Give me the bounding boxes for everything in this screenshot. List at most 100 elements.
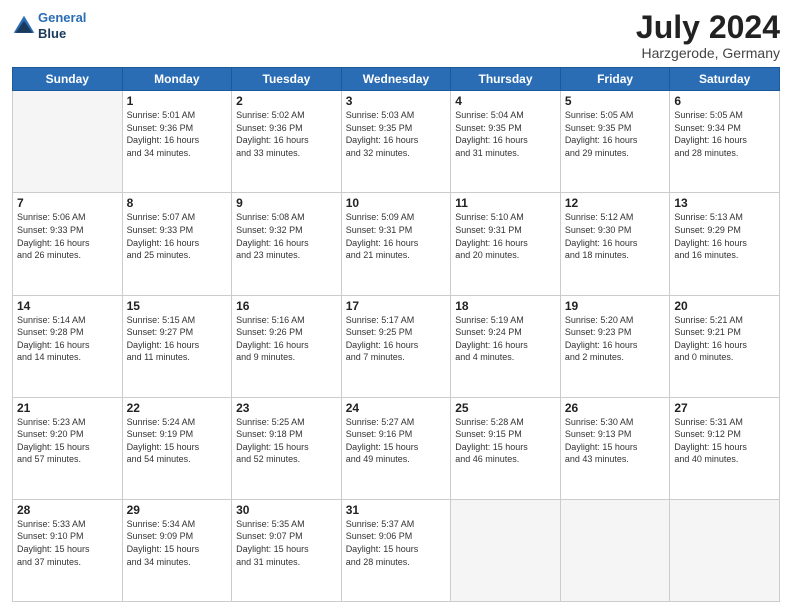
table-row: 4Sunrise: 5:04 AM Sunset: 9:35 PM Daylig…	[451, 91, 561, 193]
day-info: Sunrise: 5:09 AM Sunset: 9:31 PM Dayligh…	[346, 211, 447, 261]
day-info: Sunrise: 5:05 AM Sunset: 9:35 PM Dayligh…	[565, 109, 666, 159]
col-wednesday: Wednesday	[341, 68, 451, 91]
day-number: 5	[565, 94, 666, 108]
logo-icon	[12, 14, 36, 38]
calendar-week-row: 21Sunrise: 5:23 AM Sunset: 9:20 PM Dayli…	[13, 397, 780, 499]
day-info: Sunrise: 5:19 AM Sunset: 9:24 PM Dayligh…	[455, 314, 556, 364]
calendar-header-row: Sunday Monday Tuesday Wednesday Thursday…	[13, 68, 780, 91]
day-number: 19	[565, 299, 666, 313]
day-number: 21	[17, 401, 118, 415]
day-number: 3	[346, 94, 447, 108]
table-row: 5Sunrise: 5:05 AM Sunset: 9:35 PM Daylig…	[560, 91, 670, 193]
day-info: Sunrise: 5:13 AM Sunset: 9:29 PM Dayligh…	[674, 211, 775, 261]
day-number: 6	[674, 94, 775, 108]
table-row: 31Sunrise: 5:37 AM Sunset: 9:06 PM Dayli…	[341, 499, 451, 601]
col-tuesday: Tuesday	[232, 68, 342, 91]
day-info: Sunrise: 5:24 AM Sunset: 9:19 PM Dayligh…	[127, 416, 228, 466]
col-monday: Monday	[122, 68, 232, 91]
table-row: 24Sunrise: 5:27 AM Sunset: 9:16 PM Dayli…	[341, 397, 451, 499]
table-row: 2Sunrise: 5:02 AM Sunset: 9:36 PM Daylig…	[232, 91, 342, 193]
day-info: Sunrise: 5:37 AM Sunset: 9:06 PM Dayligh…	[346, 518, 447, 568]
day-info: Sunrise: 5:04 AM Sunset: 9:35 PM Dayligh…	[455, 109, 556, 159]
table-row: 1Sunrise: 5:01 AM Sunset: 9:36 PM Daylig…	[122, 91, 232, 193]
day-info: Sunrise: 5:17 AM Sunset: 9:25 PM Dayligh…	[346, 314, 447, 364]
title-block: July 2024 Harzgerode, Germany	[636, 10, 780, 61]
logo-text: General Blue	[38, 10, 86, 41]
calendar-week-row: 28Sunrise: 5:33 AM Sunset: 9:10 PM Dayli…	[13, 499, 780, 601]
day-number: 2	[236, 94, 337, 108]
day-info: Sunrise: 5:30 AM Sunset: 9:13 PM Dayligh…	[565, 416, 666, 466]
table-row: 21Sunrise: 5:23 AM Sunset: 9:20 PM Dayli…	[13, 397, 123, 499]
day-info: Sunrise: 5:12 AM Sunset: 9:30 PM Dayligh…	[565, 211, 666, 261]
day-number: 4	[455, 94, 556, 108]
table-row: 17Sunrise: 5:17 AM Sunset: 9:25 PM Dayli…	[341, 295, 451, 397]
table-row: 9Sunrise: 5:08 AM Sunset: 9:32 PM Daylig…	[232, 193, 342, 295]
table-row: 12Sunrise: 5:12 AM Sunset: 9:30 PM Dayli…	[560, 193, 670, 295]
day-info: Sunrise: 5:28 AM Sunset: 9:15 PM Dayligh…	[455, 416, 556, 466]
day-number: 22	[127, 401, 228, 415]
calendar-week-row: 7Sunrise: 5:06 AM Sunset: 9:33 PM Daylig…	[13, 193, 780, 295]
table-row: 15Sunrise: 5:15 AM Sunset: 9:27 PM Dayli…	[122, 295, 232, 397]
day-number: 30	[236, 503, 337, 517]
col-sunday: Sunday	[13, 68, 123, 91]
day-info: Sunrise: 5:33 AM Sunset: 9:10 PM Dayligh…	[17, 518, 118, 568]
day-number: 13	[674, 196, 775, 210]
logo: General Blue	[12, 10, 86, 41]
day-number: 23	[236, 401, 337, 415]
table-row: 19Sunrise: 5:20 AM Sunset: 9:23 PM Dayli…	[560, 295, 670, 397]
day-info: Sunrise: 5:23 AM Sunset: 9:20 PM Dayligh…	[17, 416, 118, 466]
day-number: 10	[346, 196, 447, 210]
calendar-body: 1Sunrise: 5:01 AM Sunset: 9:36 PM Daylig…	[13, 91, 780, 602]
table-row: 3Sunrise: 5:03 AM Sunset: 9:35 PM Daylig…	[341, 91, 451, 193]
day-info: Sunrise: 5:25 AM Sunset: 9:18 PM Dayligh…	[236, 416, 337, 466]
day-info: Sunrise: 5:05 AM Sunset: 9:34 PM Dayligh…	[674, 109, 775, 159]
day-number: 20	[674, 299, 775, 313]
day-info: Sunrise: 5:14 AM Sunset: 9:28 PM Dayligh…	[17, 314, 118, 364]
table-row: 30Sunrise: 5:35 AM Sunset: 9:07 PM Dayli…	[232, 499, 342, 601]
month-title: July 2024	[636, 10, 780, 45]
day-number: 26	[565, 401, 666, 415]
table-row: 10Sunrise: 5:09 AM Sunset: 9:31 PM Dayli…	[341, 193, 451, 295]
day-number: 7	[17, 196, 118, 210]
day-info: Sunrise: 5:06 AM Sunset: 9:33 PM Dayligh…	[17, 211, 118, 261]
table-row: 20Sunrise: 5:21 AM Sunset: 9:21 PM Dayli…	[670, 295, 780, 397]
day-number: 8	[127, 196, 228, 210]
table-row: 22Sunrise: 5:24 AM Sunset: 9:19 PM Dayli…	[122, 397, 232, 499]
day-number: 29	[127, 503, 228, 517]
day-number: 31	[346, 503, 447, 517]
table-row: 27Sunrise: 5:31 AM Sunset: 9:12 PM Dayli…	[670, 397, 780, 499]
day-info: Sunrise: 5:35 AM Sunset: 9:07 PM Dayligh…	[236, 518, 337, 568]
day-info: Sunrise: 5:21 AM Sunset: 9:21 PM Dayligh…	[674, 314, 775, 364]
col-friday: Friday	[560, 68, 670, 91]
day-number: 1	[127, 94, 228, 108]
day-info: Sunrise: 5:27 AM Sunset: 9:16 PM Dayligh…	[346, 416, 447, 466]
day-number: 18	[455, 299, 556, 313]
day-info: Sunrise: 5:16 AM Sunset: 9:26 PM Dayligh…	[236, 314, 337, 364]
day-number: 15	[127, 299, 228, 313]
day-number: 12	[565, 196, 666, 210]
day-number: 28	[17, 503, 118, 517]
table-row: 29Sunrise: 5:34 AM Sunset: 9:09 PM Dayli…	[122, 499, 232, 601]
page-container: General Blue July 2024 Harzgerode, Germa…	[0, 0, 792, 612]
table-row: 18Sunrise: 5:19 AM Sunset: 9:24 PM Dayli…	[451, 295, 561, 397]
day-number: 24	[346, 401, 447, 415]
table-row: 13Sunrise: 5:13 AM Sunset: 9:29 PM Dayli…	[670, 193, 780, 295]
day-number: 14	[17, 299, 118, 313]
day-number: 25	[455, 401, 556, 415]
day-info: Sunrise: 5:03 AM Sunset: 9:35 PM Dayligh…	[346, 109, 447, 159]
location-subtitle: Harzgerode, Germany	[636, 45, 780, 61]
table-row: 26Sunrise: 5:30 AM Sunset: 9:13 PM Dayli…	[560, 397, 670, 499]
table-row	[13, 91, 123, 193]
table-row	[451, 499, 561, 601]
day-info: Sunrise: 5:01 AM Sunset: 9:36 PM Dayligh…	[127, 109, 228, 159]
col-saturday: Saturday	[670, 68, 780, 91]
calendar-table: Sunday Monday Tuesday Wednesday Thursday…	[12, 67, 780, 602]
day-info: Sunrise: 5:08 AM Sunset: 9:32 PM Dayligh…	[236, 211, 337, 261]
table-row	[670, 499, 780, 601]
table-row	[560, 499, 670, 601]
table-row: 8Sunrise: 5:07 AM Sunset: 9:33 PM Daylig…	[122, 193, 232, 295]
calendar-week-row: 1Sunrise: 5:01 AM Sunset: 9:36 PM Daylig…	[13, 91, 780, 193]
day-info: Sunrise: 5:31 AM Sunset: 9:12 PM Dayligh…	[674, 416, 775, 466]
page-header: General Blue July 2024 Harzgerode, Germa…	[12, 10, 780, 61]
table-row: 7Sunrise: 5:06 AM Sunset: 9:33 PM Daylig…	[13, 193, 123, 295]
